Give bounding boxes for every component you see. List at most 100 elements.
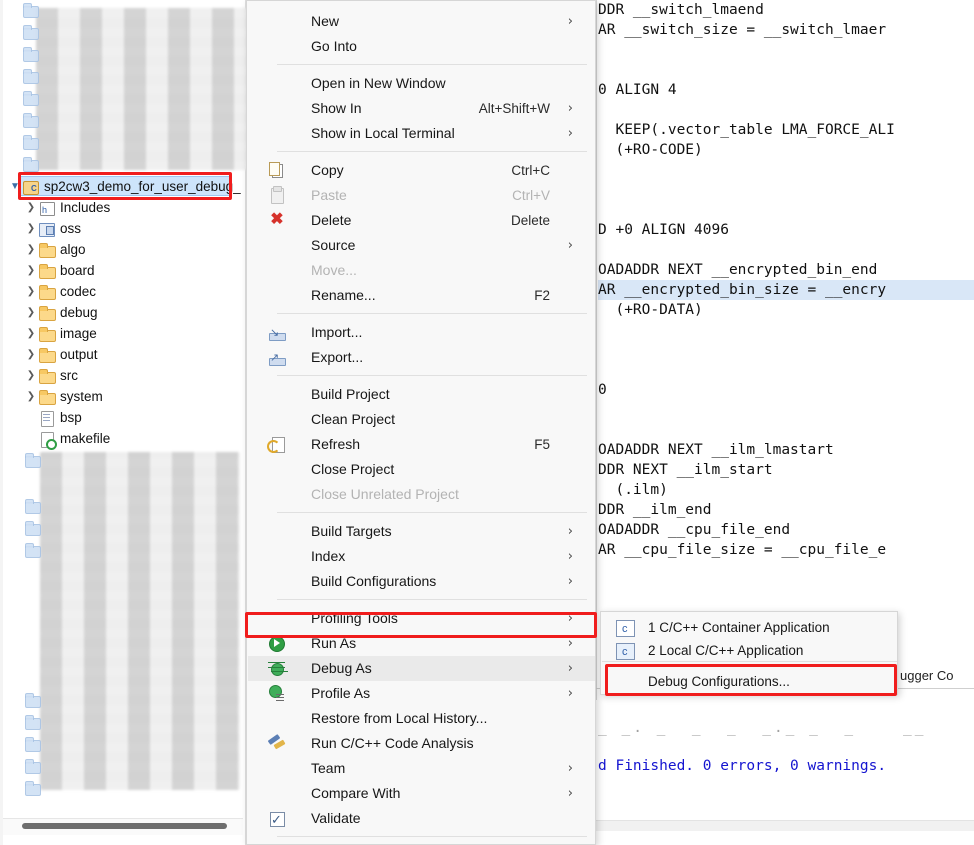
menu-item-build-project[interactable]: Build Project <box>248 382 596 407</box>
console-pane[interactable]: _ _. _ _ _ _._ _ _ __ d Finished. 0 erro… <box>596 700 974 845</box>
folder-icon <box>38 263 56 279</box>
tree-item-includes[interactable]: ❯ Includes <box>24 197 110 218</box>
menu-item-run-c-c-code-analysis[interactable]: Run C/C++ Code Analysis <box>248 731 596 756</box>
chevron-right-icon: › <box>568 656 573 681</box>
tree-item-codec[interactable]: ❯codec <box>24 281 96 302</box>
console-tab-label[interactable]: ugger Co <box>900 668 953 683</box>
menu-item-label: Close Unrelated Project <box>311 482 459 507</box>
menu-item-label: Export... <box>311 345 363 370</box>
menu-separator <box>277 375 587 376</box>
menu-item-restore-from-local-history[interactable]: Restore from Local History... <box>248 706 596 731</box>
code-line <box>598 200 974 220</box>
chevron-right-icon[interactable]: ❯ <box>24 344 38 365</box>
chevron-right-icon[interactable]: ❯ <box>24 323 38 344</box>
chevron-right-icon[interactable]: ❯ <box>24 197 38 218</box>
menu-item-index[interactable]: Index› <box>248 544 596 569</box>
menu-item-go-into[interactable]: Go Into <box>248 34 596 59</box>
tree-item-label: output <box>60 344 98 365</box>
code-line <box>598 40 974 60</box>
menu-item-label: Restore from Local History... <box>311 706 487 731</box>
menu-item-show-in-local-terminal[interactable]: Show in Local Terminal› <box>248 121 596 146</box>
project-context-menu[interactable]: New›Go Into Open in New WindowShow InAlt+… <box>246 0 596 845</box>
chevron-right-icon: › <box>568 681 573 706</box>
menu-item-label: Profile As <box>311 681 370 706</box>
tree-item-label: src <box>60 365 78 386</box>
chevron-right-icon[interactable]: ❯ <box>24 302 38 323</box>
ghost-folder-icon <box>24 714 42 729</box>
project-explorer-pane[interactable]: ▼ sp2cw3_demo_for_user_debug_ ❯Includes❯… <box>0 0 246 845</box>
menu-item-import[interactable]: Import... <box>248 320 596 345</box>
menu-item-build-targets[interactable]: Build Targets› <box>248 519 596 544</box>
tree-item-output[interactable]: ❯ output <box>24 344 98 365</box>
menu-separator <box>277 151 587 152</box>
tree-item-image[interactable]: ❯image <box>24 323 97 344</box>
menu-item-validate[interactable]: Validate <box>248 806 596 831</box>
menu-item-copy[interactable]: CopyCtrl+C <box>248 158 596 183</box>
tree-item-makefile[interactable]: makefile <box>24 428 110 449</box>
code-line: 0 <box>598 380 974 400</box>
menu-item-new[interactable]: New› <box>248 9 596 34</box>
submenu-item-2-local-c-c-application[interactable]: 2 Local C/C++ Application <box>602 639 897 662</box>
tree-item-src[interactable]: ❯ src <box>24 365 78 386</box>
menu-item-show-in[interactable]: Show InAlt+Shift+W› <box>248 96 596 121</box>
tree-item-system[interactable]: ❯system <box>24 386 103 407</box>
menu-item-label: Index <box>311 544 345 569</box>
redacted-tree-labels-bottom <box>40 452 240 790</box>
menu-item-close-project[interactable]: Close Project <box>248 457 596 482</box>
menu-item-rename[interactable]: Rename...F2 <box>248 283 596 308</box>
menu-item-compare-with[interactable]: Compare With› <box>248 781 596 806</box>
horizontal-scrollbar-thumb[interactable] <box>22 823 227 829</box>
code-line: DDR __switch_lmaend <box>598 0 974 20</box>
redacted-tree-labels-top <box>36 8 246 170</box>
ghost-folder-icon <box>24 780 42 795</box>
submenu-item-1-c-c-container-application[interactable]: 1 C/C++ Container Application <box>602 616 897 639</box>
menu-item-delete[interactable]: ✖DeleteDelete <box>248 208 596 233</box>
chevron-right-icon[interactable]: ❯ <box>24 386 38 407</box>
annotation-box-debug-as <box>245 612 597 638</box>
chevron-right-icon[interactable]: ❯ <box>24 281 38 302</box>
menu-item-refresh[interactable]: RefreshF5 <box>248 432 596 457</box>
chevron-right-icon[interactable]: ❯ <box>24 218 38 239</box>
folder-icon <box>38 326 56 342</box>
menu-item-label: Show in Local Terminal <box>311 121 455 146</box>
code-line: AR __cpu_file_size = __cpu_file_e <box>598 540 974 560</box>
ghost-folder-icon <box>24 520 42 535</box>
includes-icon <box>38 200 56 216</box>
menu-item-debug-as[interactable]: Debug As › <box>248 656 596 681</box>
chevron-right-icon: › <box>568 96 573 121</box>
tree-item-oss[interactable]: ❯oss <box>24 218 81 239</box>
tree-item-bsp[interactable]: bsp <box>24 407 82 428</box>
menu-item-open-in-new-window[interactable]: Open in New Window <box>248 71 596 96</box>
code-line <box>598 60 974 80</box>
menu-item-profile-as[interactable]: Profile As › <box>248 681 596 706</box>
menu-item-export[interactable]: Export... <box>248 345 596 370</box>
console-faded-text: _ _. _ _ _ _._ _ _ __ <box>598 720 926 736</box>
tree-item-debug[interactable]: ❯debug <box>24 302 98 323</box>
chevron-right-icon[interactable]: ❯ <box>24 260 38 281</box>
explorer-left-edge <box>0 0 3 845</box>
folder-icon <box>38 242 56 258</box>
menu-item-clean-project[interactable]: Clean Project <box>248 407 596 432</box>
menu-item-label: Build Configurations <box>311 569 436 594</box>
menu-item-label: Debug As <box>311 656 372 681</box>
tree-item-label: bsp <box>60 407 82 428</box>
menu-item-build-configurations[interactable]: Build Configurations› <box>248 569 596 594</box>
chevron-right-icon[interactable]: ❯ <box>24 365 38 386</box>
code-line <box>598 100 974 120</box>
tree-item-algo[interactable]: ❯ algo <box>24 239 86 260</box>
chevron-right-icon[interactable]: ❯ <box>24 239 38 260</box>
code-line: AR __encrypted_bin_size = __encry <box>598 280 974 300</box>
ghost-folder-icon <box>24 498 42 513</box>
tree-item-label: algo <box>60 239 86 260</box>
menu-item-team[interactable]: Team› <box>248 756 596 781</box>
annotation-box-debug-configurations <box>605 664 897 696</box>
tree-item-board[interactable]: ❯board <box>24 260 95 281</box>
menu-item-label: Clean Project <box>311 407 395 432</box>
code-line: (+RO-DATA) <box>598 300 974 320</box>
code-line: OADADDR NEXT __ilm_lmastart <box>598 440 974 460</box>
menu-item-source[interactable]: Source› <box>248 233 596 258</box>
tree-item-label: Includes <box>60 197 110 218</box>
menu-item-label: Copy <box>311 158 344 183</box>
c-app-icon <box>616 643 635 660</box>
import-icon <box>268 324 286 341</box>
